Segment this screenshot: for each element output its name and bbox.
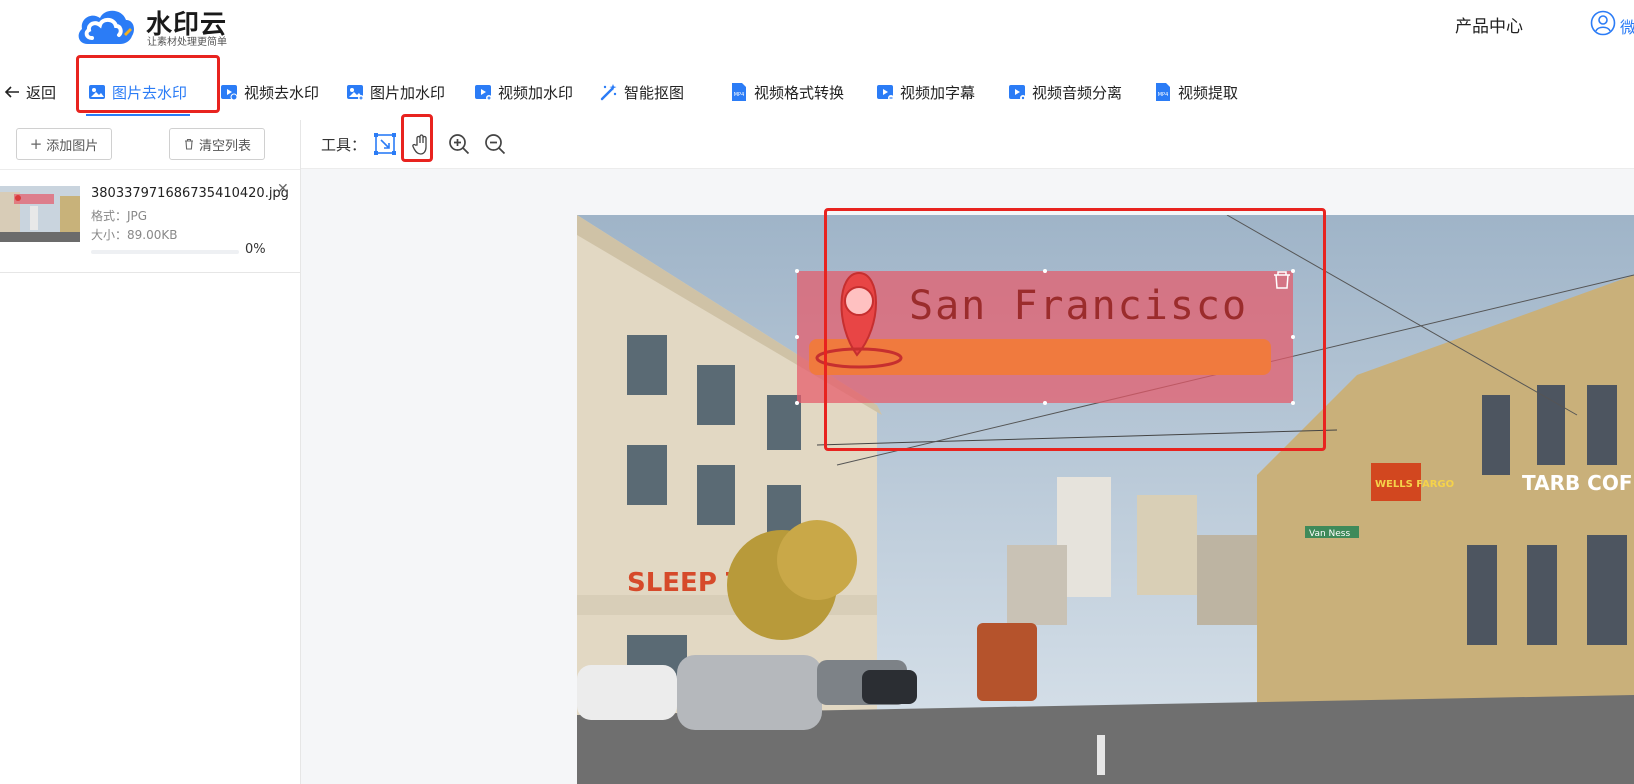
watermark-bar [809, 339, 1271, 375]
video-audio-icon [1009, 85, 1026, 101]
video-subtitle-icon [877, 85, 894, 101]
tab-smart-cutout[interactable]: 智能抠图 [600, 64, 684, 120]
product-center-link[interactable]: 产品中心 [1455, 12, 1523, 37]
shop-sign-wells-fargo: WELLS FARGO [1375, 479, 1454, 490]
watermark-text: San Francisco [909, 283, 1248, 329]
clear-list-label: 清空列表 [198, 138, 251, 154]
file-list-item[interactable]: 380337971686735410420.jpg 格式：JPG 大小：89.0… [0, 172, 300, 273]
cloud-logo-icon[interactable] [74, 4, 136, 48]
user-login-text[interactable]: 微 [1620, 14, 1634, 38]
tab-image-watermark-removal[interactable]: 图片去水印 [88, 64, 187, 120]
svg-text:MP4: MP4 [1158, 92, 1169, 98]
file-thumbnail [0, 186, 80, 242]
file-size: 大小：89.00KB [91, 228, 178, 242]
back-button[interactable]: 返回 [4, 64, 56, 120]
image-icon [89, 85, 105, 99]
plus-icon: + [29, 135, 43, 153]
tab-label: 图片加水印 [370, 83, 446, 102]
add-image-button[interactable]: + 添加图片 [16, 128, 112, 160]
video-add-icon [475, 85, 492, 101]
select-area-icon[interactable] [373, 132, 397, 156]
clear-list-button[interactable]: 清空列表 [169, 128, 265, 160]
tab-video-add-subtitle[interactable]: 视频加字幕 [876, 64, 975, 120]
tab-video-audio-separate[interactable]: 视频音频分离 [1008, 64, 1122, 120]
trash-icon [184, 138, 193, 150]
street-sign-van-ness: Van Ness [1309, 529, 1350, 539]
progress-percent: 0% [245, 242, 266, 257]
zoom-out-icon[interactable] [483, 132, 507, 156]
magic-wand-icon [600, 84, 617, 101]
editing-image[interactable]: SLEEP TRA WELLS FARGO Van Ness TARB COF [577, 215, 1634, 784]
tab-label: 视频加字幕 [900, 83, 976, 102]
tab-image-add-watermark[interactable]: 图片加水印 [346, 64, 445, 120]
mp4-file-icon: MP4 [732, 83, 746, 101]
close-icon[interactable]: ✕ [277, 180, 289, 197]
tab-video-watermark-removal[interactable]: 视频去水印 [220, 64, 319, 120]
back-label: 返回 [26, 83, 57, 102]
mp4-file-icon: MP4 [1156, 83, 1170, 101]
editor-toolbar: 工具： [301, 120, 1634, 169]
app-header: 水印云 让素材处理更简单 产品中心 微 [0, 0, 1634, 64]
hand-pan-icon[interactable] [409, 132, 433, 156]
zoom-in-icon[interactable] [447, 132, 471, 156]
tab-video-add-watermark[interactable]: 视频加水印 [474, 64, 573, 120]
tab-video-extract[interactable]: MP4 视频提取 [1154, 64, 1238, 120]
tab-label: 视频提取 [1178, 83, 1239, 102]
tab-label: 图片去水印 [112, 83, 188, 102]
image-canvas[interactable]: SLEEP TRA WELLS FARGO Van Ness TARB COF [301, 169, 1634, 784]
tab-label: 视频格式转换 [754, 83, 845, 102]
active-tab-underline [86, 114, 190, 116]
shop-sign-starbucks: TARB COF [1522, 471, 1633, 495]
sidebar-divider [0, 169, 300, 170]
tab-label: 智能抠图 [624, 83, 685, 102]
user-avatar-icon[interactable] [1590, 10, 1616, 36]
file-format: 格式：JPG [91, 209, 148, 223]
tab-label: 视频去水印 [244, 83, 320, 102]
image-add-icon [347, 85, 364, 101]
tab-label: 视频音频分离 [1032, 83, 1123, 102]
tool-nav-bar: 返回 图片去水印 视频去水印 图片加水印 视频加水印 智能抠图 MP4 视频格式… [0, 64, 1634, 121]
progress-bar [91, 250, 239, 254]
tab-label: 视频加水印 [498, 83, 574, 102]
arrow-left-icon [4, 86, 19, 98]
tools-label: 工具： [321, 136, 367, 154]
brand-slogan: 让素材处理更简单 [147, 37, 227, 48]
add-image-label: 添加图片 [46, 138, 99, 154]
file-list-sidebar: + 添加图片 清空列表 380337971686735410420.jpg 格式… [0, 120, 301, 784]
video-icon [221, 85, 238, 101]
file-name: 380337971686735410420.jpg [91, 186, 289, 201]
tab-video-format-convert[interactable]: MP4 视频格式转换 [730, 64, 844, 120]
svg-text:MP4: MP4 [734, 92, 745, 98]
